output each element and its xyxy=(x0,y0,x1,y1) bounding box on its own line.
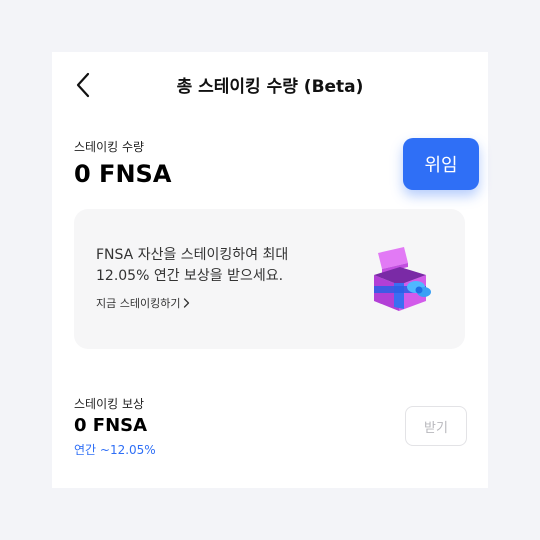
promo-text: FNSA 자산을 스테이킹하여 최대 12.05% 연간 보상을 받으세요. xyxy=(96,245,288,287)
stake-now-label: 지금 스테이킹하기 xyxy=(96,297,181,310)
claim-button[interactable]: 받기 xyxy=(405,406,467,446)
promo-line-2: 12.05% 연간 보상을 받으세요. xyxy=(96,268,284,284)
delegate-button[interactable]: 위임 xyxy=(403,138,479,190)
staking-reward-label: 스테이킹 보상 xyxy=(74,397,145,411)
staking-screen: 총 스테이킹 수량 (Beta) 스테이킹 수량 0 FNSA 위임 FNSA … xyxy=(52,52,488,488)
gift-box-icon xyxy=(374,247,431,311)
chevron-right-icon xyxy=(184,298,190,308)
staking-amount-value: 0 FNSA xyxy=(74,160,172,188)
stake-now-link[interactable]: 지금 스테이킹하기 xyxy=(96,295,190,311)
staking-amount-label: 스테이킹 수량 xyxy=(74,140,145,154)
page-title: 총 스테이킹 수량 (Beta) xyxy=(176,77,364,97)
staking-promo-card[interactable]: FNSA 자산을 스테이킹하여 최대 12.05% 연간 보상을 받으세요. 지… xyxy=(74,209,465,349)
annual-rate-text: 연간 ~12.05% xyxy=(74,443,156,457)
staking-reward-value: 0 FNSA xyxy=(74,415,148,436)
promo-line-1: FNSA 자산을 스테이킹하여 최대 xyxy=(96,247,289,263)
